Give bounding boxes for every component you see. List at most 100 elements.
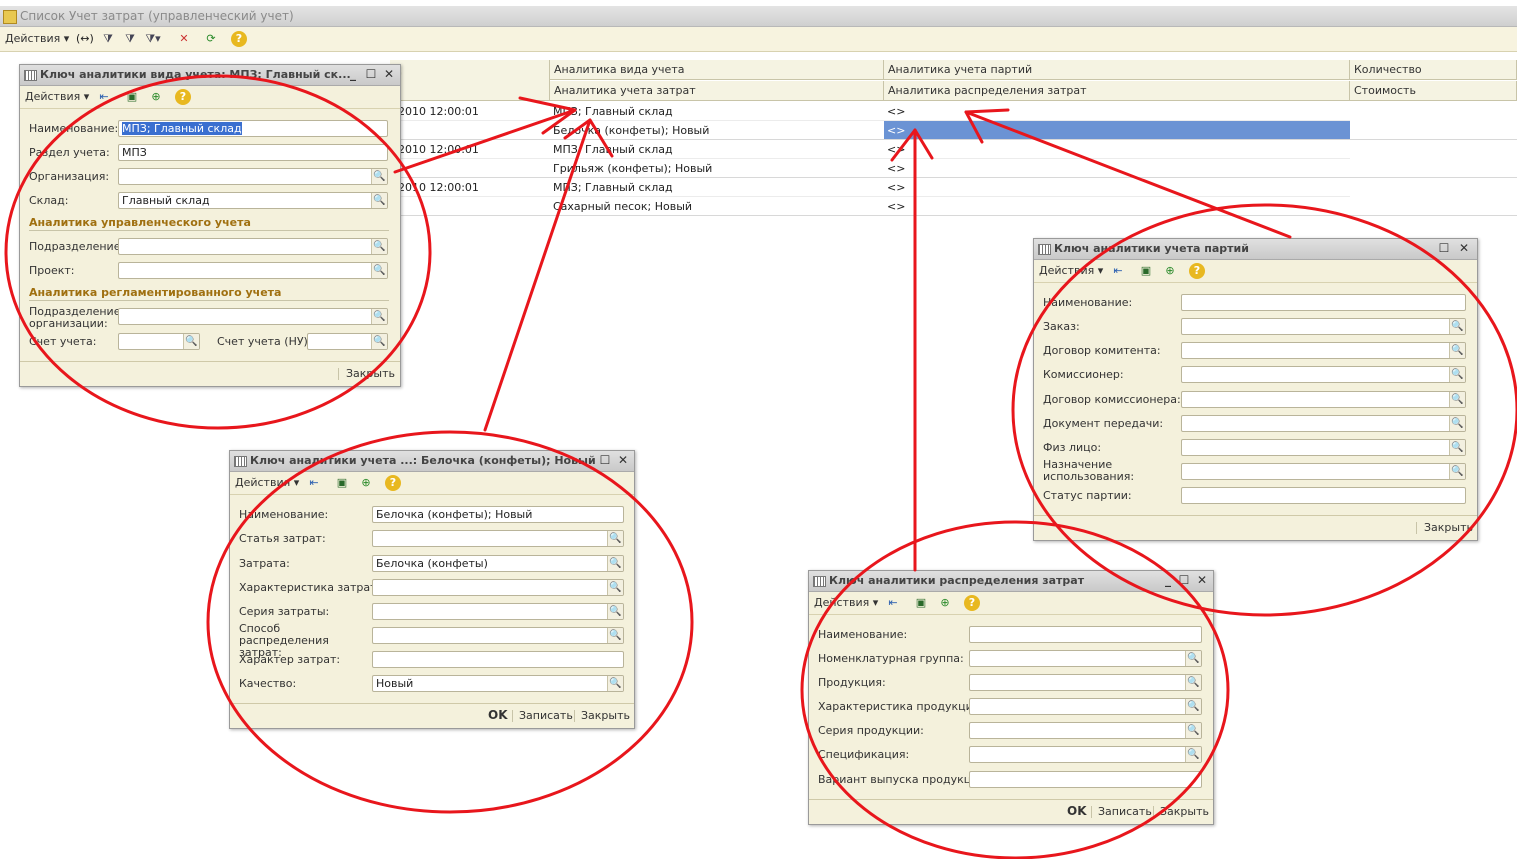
column-header-analytics-distribution[interactable]: Аналитика распределения затрат [884, 81, 1350, 101]
account-tax-field[interactable]: 🔍 [307, 333, 388, 350]
column-header-analytics-cost[interactable]: Аналитика учета затрат [550, 81, 884, 101]
close-button[interactable]: Закрыть [1160, 805, 1209, 818]
organization-field[interactable]: 🔍 [118, 168, 388, 185]
purpose-field[interactable]: 🔍 [1181, 463, 1466, 480]
distribution-method-field[interactable]: 🔍 [372, 627, 624, 644]
save-icon[interactable]: ▣ [913, 595, 929, 611]
quality-field[interactable]: Новый 🔍 [372, 675, 624, 692]
search-icon[interactable]: 🔍 [1449, 464, 1465, 479]
ok-button[interactable]: OK [1067, 804, 1087, 818]
search-icon[interactable]: 🔍 [1449, 440, 1465, 455]
close-button[interactable]: Закрыть [1424, 521, 1473, 534]
copy-icon[interactable]: ⊕ [1162, 263, 1178, 279]
column-header-analytics-type[interactable]: Аналитика вида учета [550, 60, 884, 80]
cost-characteristic-field[interactable]: 🔍 [372, 579, 624, 596]
product-series-field[interactable]: 🔍 [969, 722, 1202, 739]
actions-menu[interactable]: Действия ▾ [235, 475, 299, 491]
cell-analytics-cost[interactable]: Сахарный песок; Новый [550, 197, 884, 216]
division-field[interactable]: 🔍 [118, 238, 388, 255]
cell-date[interactable]: 2010 12:00:01 [395, 140, 550, 159]
search-icon[interactable]: 🔍 [1185, 651, 1201, 666]
account-section-field[interactable]: МПЗ [118, 144, 388, 161]
maximize-icon[interactable]: ☐ [1437, 241, 1451, 255]
close-button[interactable]: Закрыть [581, 709, 630, 722]
actions-menu[interactable]: Действия ▾ [5, 31, 69, 47]
product-field[interactable]: 🔍 [969, 674, 1202, 691]
save-icon[interactable]: ▣ [334, 475, 350, 491]
save-icon[interactable]: ▣ [124, 89, 140, 105]
commissioner-field[interactable]: 🔍 [1181, 366, 1466, 383]
cell-analytics-distribution-selected[interactable]: <> [884, 121, 1350, 140]
column-header-d[interactable]: д [390, 60, 550, 101]
search-icon[interactable]: 🔍 [371, 334, 387, 349]
hierarchy-icon[interactable]: (↔) [76, 31, 94, 47]
copy-icon[interactable]: ⊕ [358, 475, 374, 491]
batch-status-field[interactable] [1181, 487, 1466, 504]
column-header-quantity[interactable]: Количество [1350, 60, 1517, 80]
search-icon[interactable]: 🔍 [1449, 319, 1465, 334]
search-icon[interactable]: 🔍 [371, 239, 387, 254]
org-division-field[interactable]: 🔍 [118, 308, 388, 325]
search-icon[interactable]: 🔍 [371, 309, 387, 324]
refresh-icon[interactable]: ⟳ [203, 31, 219, 47]
search-icon[interactable]: 🔍 [1185, 699, 1201, 714]
search-icon[interactable]: 🔍 [1185, 675, 1201, 690]
maximize-icon[interactable]: ☐ [364, 67, 378, 81]
transfer-document-field[interactable]: 🔍 [1181, 415, 1466, 432]
filter-settings-icon[interactable]: ⧩ [122, 31, 138, 47]
consignor-contract-field[interactable]: 🔍 [1181, 342, 1466, 359]
search-icon[interactable]: 🔍 [1185, 747, 1201, 762]
cell-analytics-type[interactable]: МПЗ; Главный склад [550, 178, 884, 197]
project-field[interactable]: 🔍 [118, 262, 388, 279]
person-field[interactable]: 🔍 [1181, 439, 1466, 456]
save-close-icon[interactable]: ⇤ [306, 475, 322, 491]
close-icon[interactable]: ✕ [1457, 241, 1471, 255]
cell-analytics-batch[interactable]: <> [884, 140, 1350, 159]
minimize-icon[interactable]: _ [346, 67, 360, 81]
name-field[interactable] [1181, 294, 1466, 311]
save-icon[interactable]: ▣ [1138, 263, 1154, 279]
name-field[interactable]: Белочка (конфеты); Новый [372, 506, 624, 523]
warehouse-field[interactable]: Главный склад 🔍 [118, 192, 388, 209]
search-icon[interactable]: 🔍 [607, 556, 623, 571]
cell-date[interactable]: 2010 12:00:01 [395, 102, 550, 121]
maximize-icon[interactable]: ☐ [1177, 573, 1191, 587]
cell-analytics-type[interactable]: МПЗ; Главный склад [550, 102, 884, 121]
ok-button[interactable]: OK [488, 708, 508, 722]
search-icon[interactable]: 🔍 [371, 263, 387, 278]
cell-analytics-distribution[interactable]: <> [884, 159, 1350, 178]
actions-menu[interactable]: Действия ▾ [1039, 263, 1103, 279]
release-variant-field[interactable] [969, 771, 1202, 788]
name-field[interactable] [969, 626, 1202, 643]
filter-list-icon[interactable]: ⧩▾ [145, 31, 161, 47]
product-group-field[interactable]: 🔍 [969, 650, 1202, 667]
cost-nature-field[interactable] [372, 651, 624, 668]
actions-menu[interactable]: Действия ▾ [25, 89, 89, 105]
cell-analytics-type[interactable]: МПЗ; Главный склад [550, 140, 884, 159]
search-icon[interactable]: 🔍 [607, 676, 623, 691]
cell-date[interactable]: 2010 12:00:01 [395, 178, 550, 197]
actions-menu[interactable]: Действия ▾ [814, 595, 878, 611]
search-icon[interactable]: 🔍 [183, 334, 199, 349]
copy-icon[interactable]: ⊕ [148, 89, 164, 105]
column-header-cost[interactable]: Стоимость [1350, 81, 1517, 101]
account-field[interactable]: 🔍 [118, 333, 200, 350]
commissioner-contract-field[interactable]: 🔍 [1181, 391, 1466, 408]
cell-analytics-cost[interactable]: Грильяж (конфеты); Новый [550, 159, 884, 178]
help-icon[interactable]: ? [231, 31, 247, 47]
clear-filter-icon[interactable]: ✕ [176, 31, 192, 47]
close-icon[interactable]: ✕ [616, 453, 630, 467]
cost-item-field[interactable]: 🔍 [372, 530, 624, 547]
search-icon[interactable]: 🔍 [607, 580, 623, 595]
save-button[interactable]: Записать [1098, 805, 1152, 818]
close-button[interactable]: Закрыть [346, 367, 395, 380]
search-icon[interactable]: 🔍 [371, 193, 387, 208]
minimize-icon[interactable]: _ [1161, 573, 1175, 587]
help-icon[interactable]: ? [175, 89, 191, 105]
search-icon[interactable]: 🔍 [607, 628, 623, 643]
filter-icon[interactable]: ⧩ [100, 31, 116, 47]
search-icon[interactable]: 🔍 [607, 604, 623, 619]
save-close-icon[interactable]: ⇤ [885, 595, 901, 611]
cell-analytics-batch[interactable]: <> [884, 178, 1350, 197]
maximize-icon[interactable]: ☐ [598, 453, 612, 467]
